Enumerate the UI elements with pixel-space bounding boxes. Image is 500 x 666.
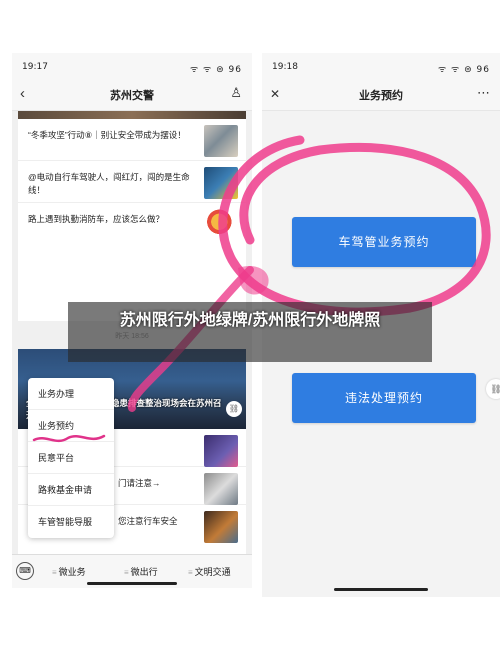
- menu-lines-icon: ≡: [52, 568, 57, 577]
- news-image-strip: [18, 111, 246, 119]
- menu-lines-icon: ≡: [124, 568, 129, 577]
- news-item[interactable]: “冬季攻坚”行动⑧｜别让安全带成为摆设！: [18, 119, 246, 161]
- watermark-title: 苏州限行外地绿牌/苏州限行外地牌照: [68, 302, 432, 362]
- violation-appointment-button[interactable]: 违法处理预约: [292, 373, 476, 423]
- menu-item-public-opinion[interactable]: 民意平台: [28, 442, 114, 474]
- news-title: 您注意行车安全: [118, 516, 178, 526]
- news-thumbnail: [204, 125, 238, 157]
- news-thumbnail: [204, 435, 238, 467]
- news-thumbnail: [204, 473, 238, 505]
- status-time: 19:18: [272, 62, 298, 72]
- page-title: 苏州交警: [110, 90, 154, 102]
- news-title: 门请注意→: [118, 478, 161, 488]
- status-time: 19:17: [22, 62, 48, 72]
- news-item[interactable]: 路上遇到执勤消防车，应该怎么做？: [18, 203, 246, 245]
- menu-item-rescue-fund[interactable]: 路救基金申请: [28, 474, 114, 506]
- news-card: “冬季攻坚”行动⑧｜别让安全带成为摆设！ @电动自行车驾驶人，闯红灯，闯的是生命…: [18, 111, 246, 321]
- news-item[interactable]: @电动自行车驾驶人，闯红灯，闯的是生命线！: [18, 161, 246, 203]
- news-thumbnail: [204, 511, 238, 543]
- nav-bar: ‹ 苏州交警 ♙: [12, 79, 252, 111]
- news-title: @电动自行车驾驶人，闯红灯，闯的是生命线！: [28, 172, 190, 195]
- profile-icon[interactable]: ♙: [230, 85, 242, 101]
- home-indicator: [334, 588, 428, 591]
- news-thumbnail: [204, 209, 238, 241]
- status-bar: 19:17 ᯤ ᯤ ⊜ 96: [12, 53, 252, 79]
- menu-item-smart-guide[interactable]: 车管智能导服: [28, 506, 114, 538]
- driving-vehicle-appointment-button[interactable]: 车驾管业务预约: [292, 217, 476, 267]
- signal-battery-icons: ᯤ ᯤ ⊜ 96: [437, 65, 490, 75]
- nav-bar: ✕ 业务预约 ⋯: [262, 79, 500, 111]
- news-title: “冬季攻坚”行动⑧｜别让安全带成为摆设！: [28, 130, 186, 140]
- link-icon[interactable]: ⛓: [486, 379, 500, 399]
- status-bar: 19:18 ᯤ ᯤ ⊜ 96: [262, 53, 500, 79]
- menu-lines-icon: ≡: [188, 568, 193, 577]
- link-icon[interactable]: ⛓: [226, 401, 242, 417]
- tab-label: 微业务: [58, 567, 86, 577]
- tab-micro-travel[interactable]: ≡ 微出行: [124, 565, 158, 578]
- menu-item-business-handling[interactable]: 业务办理: [28, 378, 114, 410]
- page-title: 业务预约: [359, 90, 403, 102]
- news-title: 路上遇到执勤消防车，应该怎么做？: [28, 214, 165, 224]
- keyboard-icon[interactable]: ⌨: [16, 562, 34, 580]
- tab-civilized-traffic[interactable]: ≡ 文明交通: [188, 565, 231, 578]
- business-popup-menu: 业务办理 业务预约 民意平台 路救基金申请 车管智能导服: [28, 378, 114, 538]
- more-icon[interactable]: ⋯: [477, 85, 490, 101]
- tab-label: 微出行: [130, 567, 158, 577]
- bottom-menu-bar: ⌨ ≡ 微业务 ≡ 微出行 ≡ 文明交通: [12, 554, 252, 588]
- tab-micro-business[interactable]: ≡ 微业务: [52, 565, 86, 578]
- home-indicator: [87, 582, 177, 585]
- news-thumbnail: [204, 167, 238, 199]
- menu-item-business-appointment[interactable]: 业务预约: [28, 410, 114, 442]
- signal-battery-icons: ᯤ ᯤ ⊜ 96: [189, 65, 242, 75]
- tab-label: 文明交通: [194, 567, 231, 577]
